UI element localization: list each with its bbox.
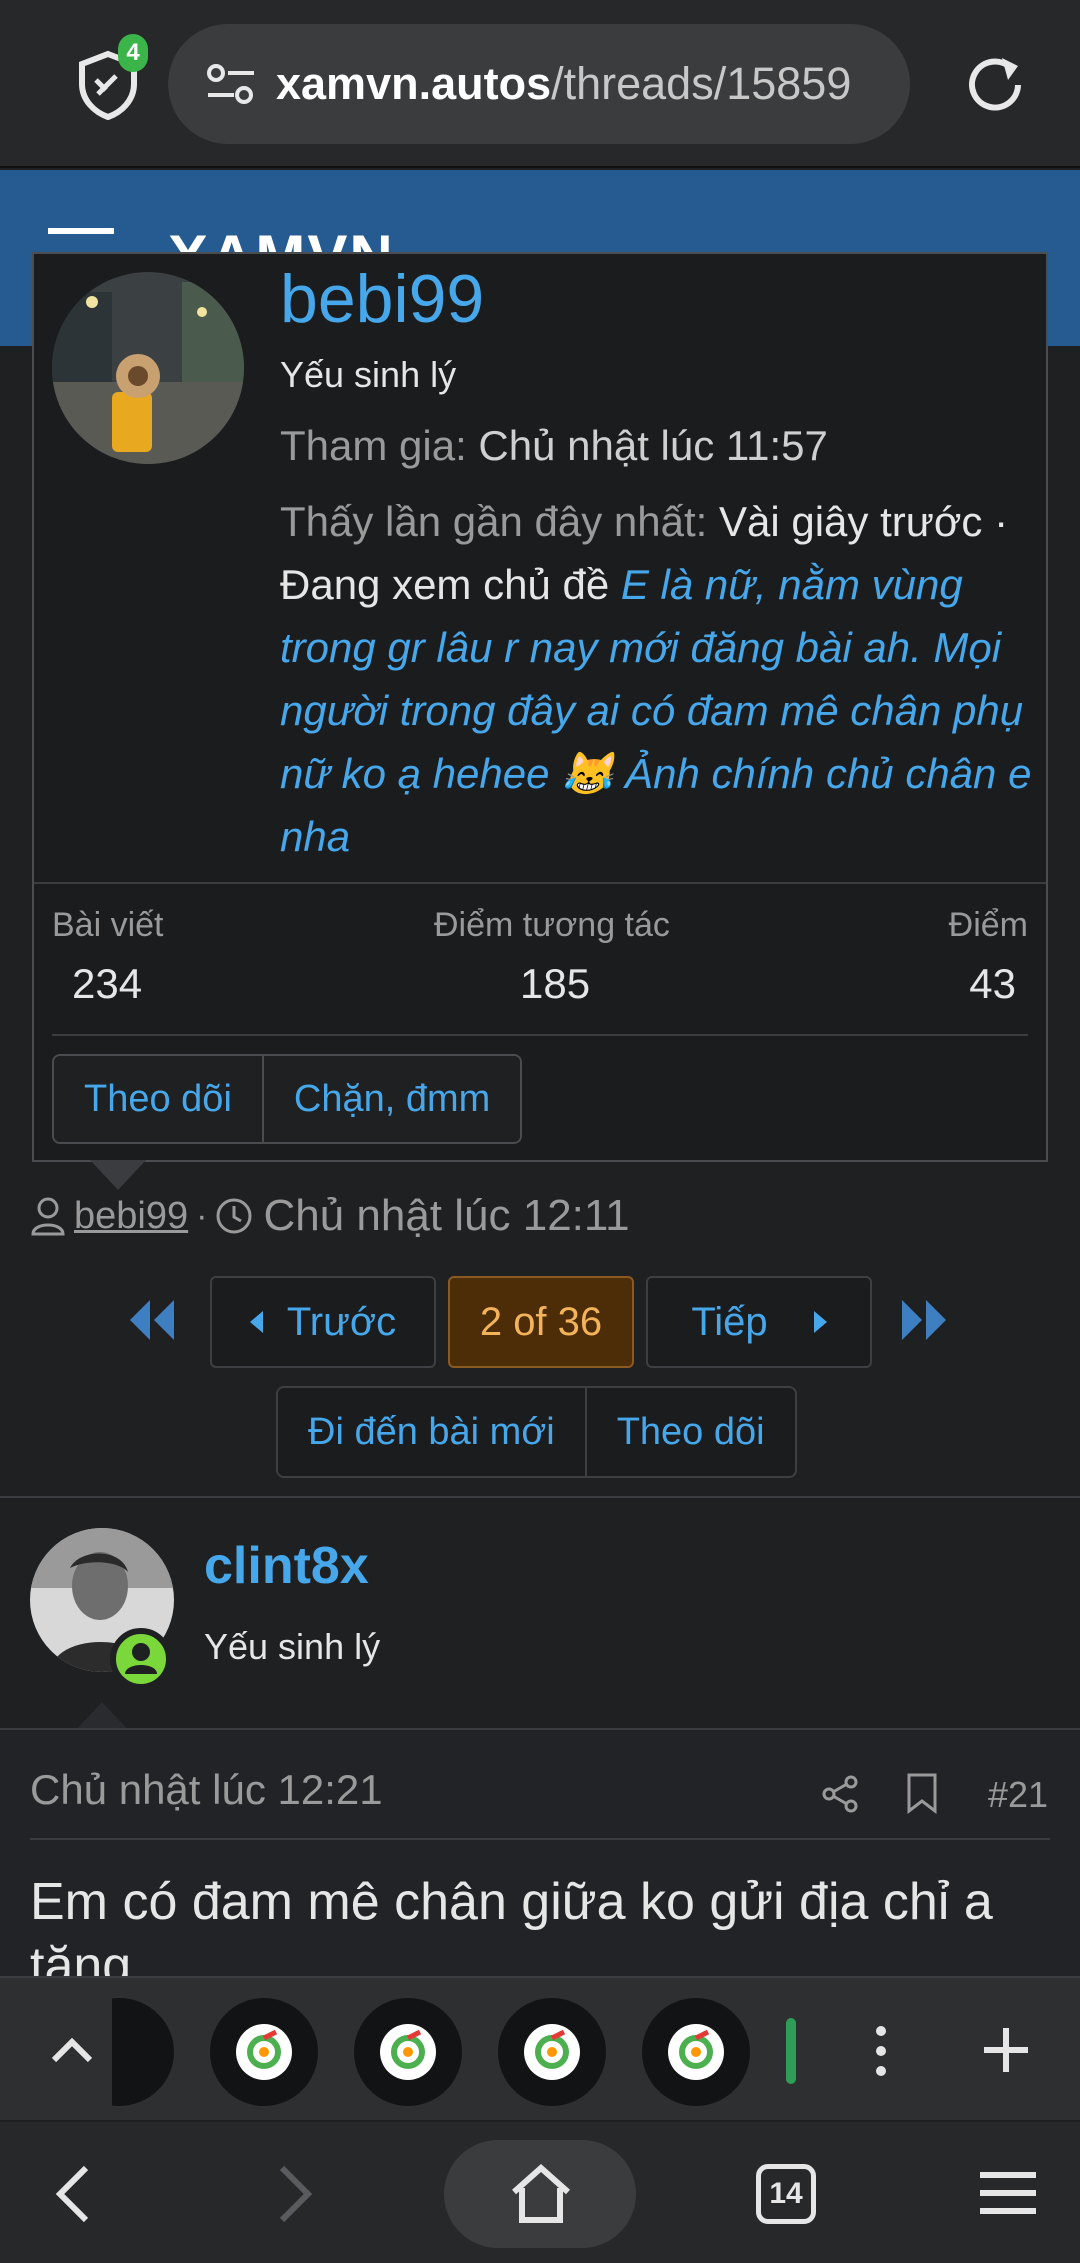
avatar[interactable] [52,272,244,464]
stat-label-points: Điểm [948,906,1028,944]
next-page-label: Tiếp [691,1299,768,1344]
address-field[interactable]: xamvn.autos/threads/15859 [168,24,910,144]
tab-thumbnail[interactable] [354,1998,462,2106]
browser-nav-bar: 14 [0,2122,1080,2263]
post-date[interactable]: Chủ nhật lúc 12:21 [30,1766,383,1814]
post-pointer [76,1702,128,1730]
url-domain: xamvn.autos [276,58,552,109]
user-icon [31,1197,65,1236]
stat-value-reactions: 185 [520,960,591,1007]
more-vertical-icon[interactable] [874,2024,888,2078]
thread-time: Chủ nhật lúc 12:11 [263,1191,630,1240]
joined-value: Chủ nhật lúc 11:57 [478,422,828,469]
caret-left-icon [249,1311,263,1333]
stat-label-posts: Bài viết [52,906,164,944]
current-page-indicator[interactable]: 2 of 36 [448,1276,634,1368]
stat-label-reactions: Điểm tương tác [434,906,670,944]
thread-action-group: Đi đến bài mới Theo dõi [276,1386,797,1478]
bookmark-icon[interactable] [904,1772,940,1814]
site-favicon-icon [668,2024,724,2080]
next-page-button[interactable]: Tiếp [646,1276,872,1368]
post-user-title: Yếu sinh lý [204,1626,381,1667]
tab-thumbnail[interactable] [786,2018,796,2084]
joined-label: Tham gia: [280,422,467,469]
forward-icon[interactable] [276,2162,316,2226]
last-page-icon[interactable] [898,1290,952,1350]
post-username[interactable]: clint8x [204,1536,369,1596]
home-button[interactable] [444,2140,636,2248]
prev-page-label: Trước [286,1299,397,1344]
divider [0,1496,1080,1498]
stat-value-points: 43 [969,960,1016,1007]
tab-thumbnail[interactable] [642,1998,750,2106]
last-seen-value: Vài giây trước [718,498,983,545]
thread-author-link[interactable]: bebi99 [74,1195,188,1238]
first-page-icon[interactable] [124,1290,178,1350]
watch-thread-button[interactable]: Theo dõi [584,1388,795,1476]
site-favicon-icon [236,2024,292,2080]
member-tooltip: bebi99 Yếu sinh lý Tham gia: Chủ nhật lú… [32,252,1048,1162]
back-icon[interactable] [52,2162,92,2226]
caret-right-icon [813,1311,827,1333]
url-text: xamvn.autos/threads/15859 [276,24,906,144]
tab-strip [0,1976,1080,2120]
chevron-up-icon[interactable] [46,2024,98,2076]
thread-meta: bebi99 · Chủ nhật lúc 12:11 [30,1186,630,1246]
tab-thumbnail[interactable] [210,1998,318,2106]
share-icon[interactable] [820,1774,860,1814]
last-seen-label: Thấy lần gần đây nhất: [280,498,708,545]
plus-icon[interactable] [982,2026,1030,2074]
stat-value-posts: 234 [72,960,143,1007]
browser-url-bar: 4 xamvn.autos/threads/15859 [0,0,1080,168]
post-body: Chủ nhật lúc 12:21 #21 Em có đam mê chân… [0,1728,1080,1995]
post-divider [30,1838,1050,1840]
site-favicon-icon [380,2024,436,2080]
prev-page-button[interactable]: Trước [210,1276,436,1368]
reload-icon[interactable] [962,52,1028,118]
clock-icon [216,1198,252,1234]
tooltip-action-group: Theo dõi Chặn, đmm [52,1054,523,1144]
menu-icon[interactable] [980,2170,1036,2216]
site-favicon-icon [524,2024,580,2080]
site-settings-icon[interactable] [206,62,256,106]
online-status-icon [110,1628,172,1690]
tab-thumbnail[interactable] [498,1998,606,2106]
menu-icon[interactable] [48,228,114,234]
meta-separator: · [196,1196,208,1235]
tooltip-joined: Tham gia: Chủ nhật lúc 11:57 [280,422,828,470]
tooltip-divider [52,1034,1028,1036]
tooltip-divider [34,882,1046,884]
follow-button[interactable]: Theo dõi [54,1056,262,1142]
post-number[interactable]: #21 [988,1774,1048,1816]
block-button[interactable]: Chặn, đmm [261,1056,521,1142]
tooltip-user-title: Yếu sinh lý [280,354,457,395]
url-path: /threads/15859 [551,58,852,109]
tooltip-last-seen: Thấy lần gần đây nhất: Vài giây trước · … [280,490,1040,868]
goto-new-post-button[interactable]: Đi đến bài mới [278,1388,585,1476]
tab-switcher-button[interactable]: 14 [756,2164,816,2224]
home-icon [512,2163,570,2223]
tooltip-username[interactable]: bebi99 [280,260,484,338]
shield-badge-count: 4 [118,34,148,72]
